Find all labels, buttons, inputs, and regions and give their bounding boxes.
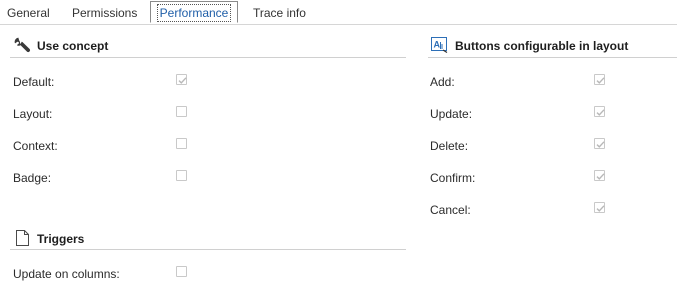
context-checkbox[interactable]: [176, 138, 187, 149]
cancel-label: Cancel:: [430, 203, 471, 217]
update-checkbox[interactable]: [594, 106, 605, 117]
tab-bar-divider: [0, 24, 677, 25]
tab-permissions[interactable]: Permissions: [72, 0, 137, 24]
update-on-columns-checkbox[interactable]: [176, 266, 187, 277]
default-label: Default:: [13, 75, 55, 89]
add-checkbox[interactable]: [594, 74, 605, 85]
tab-general[interactable]: General: [7, 0, 50, 24]
delete-checkbox[interactable]: [594, 138, 605, 149]
check-icon: [596, 141, 605, 148]
confirm-label: Confirm:: [430, 171, 476, 185]
svg-text:A: A: [434, 40, 441, 50]
tab-trace-info[interactable]: Trace info: [253, 0, 306, 24]
delete-label: Delete:: [430, 139, 469, 153]
tab-performance[interactable]: Performance: [150, 1, 238, 23]
use-concept-divider: [10, 57, 406, 58]
default-checkbox[interactable]: [176, 74, 187, 85]
document-icon: [16, 230, 29, 249]
check-icon: [596, 109, 605, 116]
check-icon: [596, 77, 605, 84]
layout-text-icon: A: [431, 37, 448, 56]
layout-label: Layout:: [13, 107, 53, 121]
buttons-configurable-title: Buttons configurable in layout: [455, 39, 629, 53]
check-icon: [596, 173, 605, 180]
badge-label: Badge:: [13, 171, 52, 185]
use-concept-title: Use concept: [37, 39, 109, 53]
triggers-divider: [10, 249, 406, 250]
badge-checkbox[interactable]: [176, 170, 187, 181]
check-icon: [178, 77, 187, 84]
context-label: Context:: [13, 139, 58, 153]
update-label: Update:: [430, 107, 473, 121]
confirm-checkbox[interactable]: [594, 170, 605, 181]
cancel-checkbox[interactable]: [594, 202, 605, 213]
layout-checkbox[interactable]: [176, 106, 187, 117]
wrench-icon: [14, 37, 32, 56]
add-label: Add:: [430, 75, 455, 89]
tab-performance-label: Performance: [156, 4, 232, 22]
triggers-title: Triggers: [37, 232, 85, 246]
buttons-configurable-divider: [428, 57, 677, 58]
update-on-columns-label: Update on columns:: [13, 267, 120, 281]
check-icon: [596, 205, 605, 212]
tab-bar: General Permissions Performance Trace in…: [0, 0, 677, 25]
